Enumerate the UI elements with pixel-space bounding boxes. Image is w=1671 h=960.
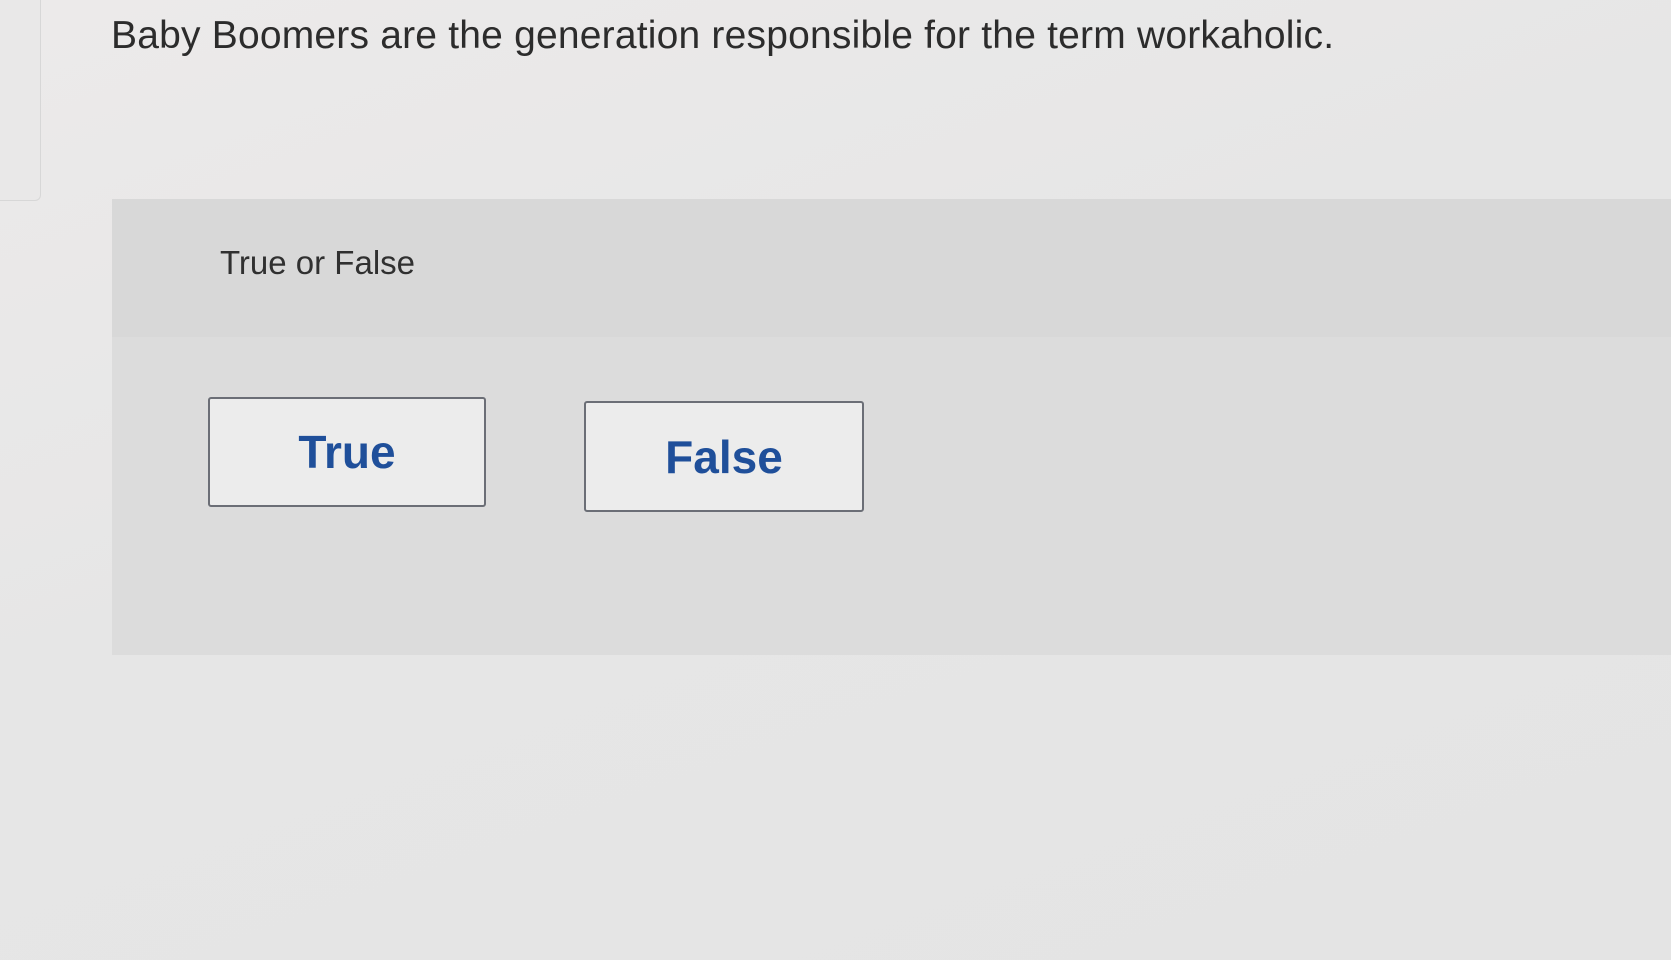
left-edge-panel: [0, 0, 41, 201]
question-type-header: True or False: [112, 199, 1671, 337]
true-button[interactable]: True: [208, 397, 486, 507]
question-type-label: True or False: [220, 244, 416, 281]
question-text: Baby Boomers are the generation responsi…: [111, 14, 1335, 57]
false-button[interactable]: False: [584, 401, 864, 512]
answer-choices-panel: True False: [112, 337, 1671, 655]
